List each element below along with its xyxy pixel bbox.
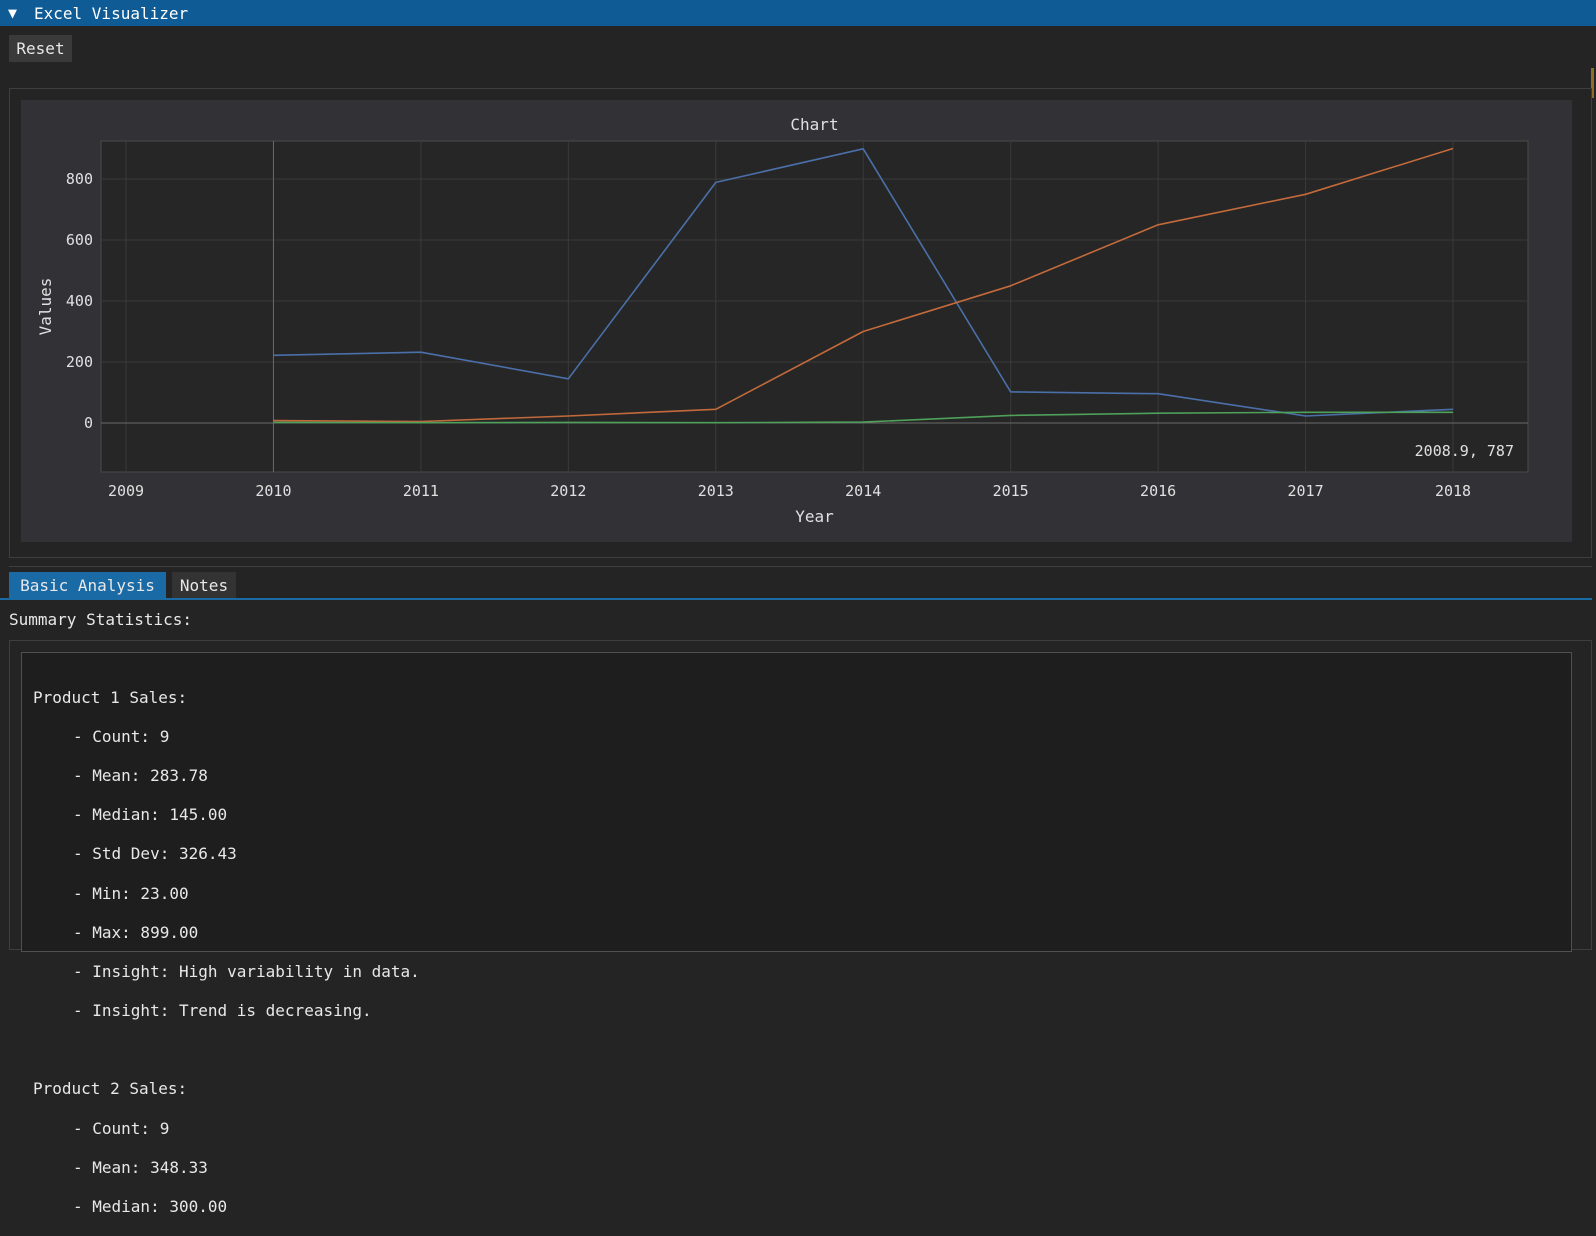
x-tick-label: 2014: [845, 482, 881, 500]
x-tick-label: 2015: [993, 482, 1029, 500]
x-axis-label: Year: [795, 507, 834, 526]
product-1-stat: - Min: 23.00: [73, 883, 189, 903]
product-2-header: Product 2 Sales:: [33, 1079, 188, 1099]
reset-button[interactable]: Reset: [9, 35, 72, 62]
product-1-header: Product 1 Sales:: [33, 687, 188, 707]
product-1-stat: - Mean: 283.78: [73, 765, 208, 785]
y-tick-label: 0: [84, 414, 93, 432]
y-tick-label: 400: [66, 292, 93, 310]
x-tick-label: 2009: [108, 482, 144, 500]
x-tick-label: 2017: [1287, 482, 1323, 500]
product-1-stat: - Median: 145.00: [73, 805, 228, 825]
x-tick-label: 2013: [698, 482, 734, 500]
stats-content: Product 1 Sales: - Count: 9 - Mean: 283.…: [33, 668, 420, 1236]
line-chart[interactable]: 2009 2010 2011 2012 2013 2014 2015 2016 2017 2018…: [21, 100, 1572, 542]
product-2-stat: - Count: 9: [73, 1118, 170, 1138]
window-titlebar[interactable]: ▼ Excel Visualizer: [0, 0, 1596, 26]
window-title: Excel Visualizer: [34, 3, 189, 23]
y-tick-label: 800: [66, 170, 93, 188]
section-divider: [9, 566, 1592, 567]
product-1-stat: - Std Dev: 326.43: [73, 844, 237, 864]
summary-heading: Summary Statistics:: [9, 610, 193, 629]
product-1-stat: - Max: 899.00: [73, 922, 199, 942]
tab-underline: [0, 598, 1592, 600]
collapse-arrow-icon[interactable]: ▼: [8, 4, 30, 22]
product-1-stat: - Count: 9: [73, 726, 170, 746]
x-tick-label: 2018: [1435, 482, 1471, 500]
chart-panel[interactable]: 2009 2010 2011 2012 2013 2014 2015 2016 2017 2018…: [21, 100, 1572, 542]
y-tick-label: 600: [66, 231, 93, 249]
x-tick-label: 2016: [1140, 482, 1176, 500]
y-axis-label: Values: [36, 278, 55, 336]
tab-basic-analysis[interactable]: Basic Analysis: [9, 572, 166, 598]
product-2-stat: - Mean: 348.33: [73, 1157, 208, 1177]
tab-notes[interactable]: Notes: [172, 572, 236, 598]
x-tick-label: 2012: [550, 482, 586, 500]
x-tick-label: 2010: [255, 482, 291, 500]
product-1-insight: - Insight: Trend is decreasing.: [73, 1001, 372, 1021]
tab-bar: Basic Analysis Notes: [0, 572, 1596, 599]
chart-title: Chart: [790, 115, 838, 134]
x-tick-label: 2011: [403, 482, 439, 500]
y-tick-label: 200: [66, 353, 93, 371]
product-1-insight: - Insight: High variability in data.: [73, 961, 420, 981]
cursor-readout: 2008.9, 787: [1415, 442, 1514, 460]
product-2-stat: - Median: 300.00: [73, 1197, 228, 1217]
